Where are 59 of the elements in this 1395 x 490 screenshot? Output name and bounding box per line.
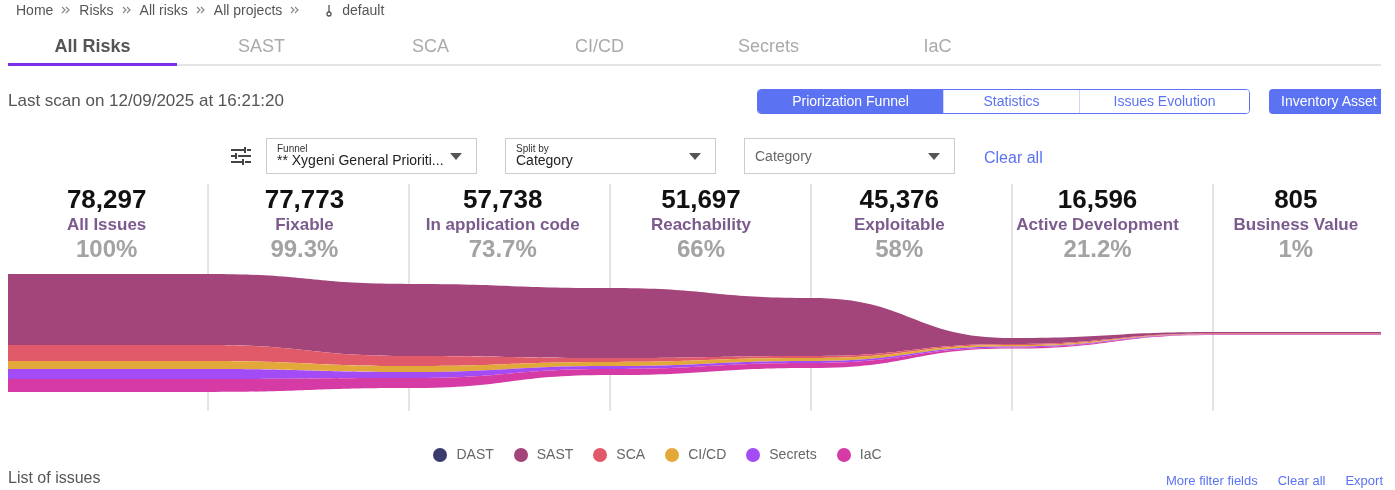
legend-label: Secrets [769, 445, 817, 464]
filter-sliders-icon[interactable] [230, 146, 252, 166]
legend-label: DAST [456, 445, 494, 464]
list-title: List of issues [8, 468, 102, 488]
chevron-icon [61, 6, 72, 14]
legend-label: SAST [536, 445, 574, 464]
breadcrumb-link[interactable]: All projects [213, 0, 283, 21]
stage-percent: 73.7% [468, 236, 537, 262]
chevron-icon [195, 6, 206, 14]
breadcrumb-link[interactable]: All risks [139, 0, 188, 21]
stage-count: 51,697 [661, 184, 741, 214]
tab[interactable]: SAST [177, 30, 346, 66]
breadcrumb-link[interactable]: default [342, 0, 385, 21]
stage-label: In application code [425, 214, 580, 236]
stage-count: 77,773 [264, 184, 345, 214]
legend-label: SCA [616, 445, 646, 464]
category-select[interactable]: Category [744, 138, 955, 174]
list-action-link[interactable]: Export [1345, 470, 1383, 490]
tab[interactable]: Secrets [684, 30, 853, 66]
view-toggle-button[interactable]: Priorization Funnel [758, 89, 943, 113]
funnel-select[interactable]: Funnel ** Xygeni General Prioriti... [266, 138, 477, 174]
view-toggle-button[interactable]: Issues Evolution [1079, 89, 1249, 113]
dropdown-caret-icon [450, 152, 462, 160]
stage-label: Business Value [1233, 214, 1359, 236]
stage-label: Reachability [650, 214, 752, 236]
dropdown-caret-icon [928, 152, 940, 160]
list-action-link[interactable]: More filter fields [1166, 470, 1258, 490]
clear-all-link[interactable]: Clear all [984, 142, 1043, 170]
stage-label: Active Development [1016, 214, 1179, 236]
list-action-link[interactable]: Clear all [1277, 470, 1326, 490]
stage-label: Fixable [275, 214, 334, 236]
stage-count: 16,596 [1057, 184, 1138, 214]
dropdown-caret-icon [689, 152, 701, 160]
stage-percent: 99.3% [270, 236, 339, 262]
stage-percent: 21.2% [1063, 236, 1132, 262]
tab[interactable]: All Risks [8, 30, 177, 66]
legend-label: CI/CD [688, 445, 727, 464]
stage-count: 45,376 [859, 184, 940, 214]
chevron-icon [121, 6, 132, 14]
breadcrumb-link[interactable]: Risks [79, 0, 114, 21]
inventory-assets-button[interactable]: Inventory Asset [1269, 88, 1381, 114]
last-scan-text: Last scan on 12/09/2025 at 16:21:20 [8, 90, 285, 113]
tab[interactable]: CI/CD [515, 30, 684, 66]
stage-count: 78,297 [66, 184, 147, 214]
stage-percent: 58% [875, 236, 924, 262]
legend-label: IaC [859, 445, 882, 464]
stage-label: Exploitable [853, 214, 945, 236]
split-by-select[interactable]: Split by Category [505, 138, 716, 174]
chevron-icon [290, 6, 301, 14]
stage-percent: 1% [1278, 236, 1314, 262]
stage-label: All Issues [66, 214, 147, 236]
stage-count: 805 [1274, 184, 1318, 214]
stage-percent: 66% [676, 236, 725, 262]
breadcrumb-link[interactable]: Home [16, 0, 54, 21]
tab[interactable]: IaC [853, 30, 1022, 66]
stage-count: 57,738 [462, 184, 543, 214]
stage-percent: 100% [75, 236, 138, 262]
project-icon [324, 3, 335, 17]
tab[interactable]: SCA [346, 30, 515, 66]
